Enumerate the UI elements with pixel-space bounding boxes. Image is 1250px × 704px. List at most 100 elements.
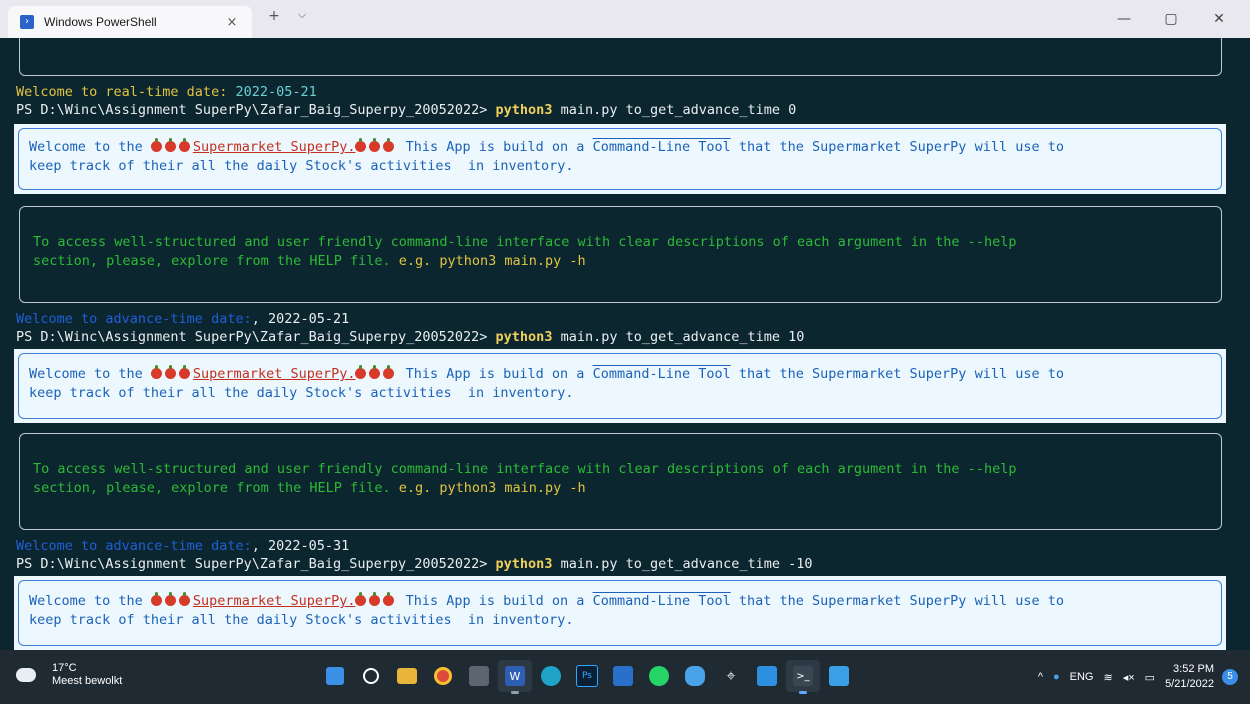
brand-name: Supermarket SuperPy. [192, 366, 356, 382]
file-explorer-button[interactable] [390, 660, 424, 692]
start-button[interactable] [318, 660, 352, 692]
word-icon: W [505, 666, 525, 686]
prompt-line-3: PS D:\Winc\Assignment SuperPy\Zafar_Baig… [16, 556, 813, 572]
terminal-output[interactable]: Welcome to real-time date: 2022-05-21 PS… [0, 38, 1250, 650]
weather-status: Meest bewolkt [52, 675, 123, 687]
taskbar-apps: W Ps ⌖ >_ [318, 660, 858, 694]
teams-button[interactable] [678, 660, 712, 692]
apple-icon [355, 364, 367, 379]
terminal-icon: >_ [793, 666, 813, 686]
mail-button[interactable] [606, 660, 640, 692]
apple-icon [383, 364, 395, 379]
close-window-button[interactable]: ✕ [1196, 6, 1242, 32]
welcome-box-1: Welcome to the Supermarket SuperPy. This… [14, 124, 1226, 194]
help-text: section, please, explore from the HELP f… [33, 253, 399, 269]
apple-icon [383, 591, 395, 606]
advance-date: , 2022-05-21 [251, 311, 350, 327]
apple-icon [164, 591, 176, 606]
brand-name: Supermarket SuperPy. [192, 139, 356, 155]
cloud-icon [10, 664, 36, 682]
apple-icon [150, 137, 162, 152]
volume-icon[interactable]: ◂× [1123, 671, 1135, 684]
satellite-icon: ⌖ [726, 666, 736, 685]
close-tab-icon[interactable]: × [222, 15, 242, 30]
maximize-button[interactable]: ▢ [1148, 6, 1194, 32]
welcome-text-line2: keep track of their all the daily Stock'… [29, 158, 574, 174]
advance-label: Welcome to advance-time date: [16, 311, 252, 327]
welcome-text: Welcome to the [29, 366, 151, 382]
terminal-button[interactable]: >_ [786, 660, 820, 694]
taskbar: 17°C Meest bewolkt W Ps ⌖ >_ ^ ● ENG ≋ ◂×… [0, 650, 1250, 704]
notification-badge[interactable]: 5 [1222, 669, 1238, 685]
command-args: main.py to_get_advance_time 0 [552, 102, 797, 118]
prompt: PS D:\Winc\Assignment SuperPy\Zafar_Baig… [16, 329, 496, 345]
tool-name: Command-Line Tool [592, 139, 731, 155]
apple-icon [369, 591, 381, 606]
powershell-icon: › [20, 15, 34, 29]
welcome-text-line2: keep track of their all the daily Stock'… [29, 612, 574, 628]
edge-button[interactable] [534, 660, 568, 692]
search-button[interactable] [354, 660, 388, 692]
help-text: To access well-structured and user frien… [33, 461, 1017, 477]
satellite-button[interactable]: ⌖ [714, 660, 748, 692]
welcome-text: that the Supermarket SuperPy will use to [730, 593, 1064, 609]
word-button[interactable]: W [498, 660, 532, 694]
title-bar: › Windows PowerShell × + ⌵ — ▢ ✕ [0, 0, 1250, 38]
calculator-button[interactable] [462, 660, 496, 692]
advance-date-line-1: Welcome to advance-time date:, 2022-05-2… [16, 311, 349, 327]
notepad-button[interactable] [822, 660, 856, 692]
command-args: main.py to_get_advance_time -10 [552, 556, 813, 572]
apple-icon [178, 137, 190, 152]
welcome-text: This App is build on a [397, 366, 593, 382]
command-args: main.py to_get_advance_time 10 [552, 329, 805, 345]
prompt-line-2: PS D:\Winc\Assignment SuperPy\Zafar_Baig… [16, 329, 804, 345]
folder-icon [397, 668, 417, 684]
whatsapp-button[interactable] [642, 660, 676, 692]
tool-name: Command-Line Tool [592, 366, 731, 382]
chrome-button[interactable] [426, 660, 460, 692]
temperature: 17°C [52, 662, 77, 674]
new-tab-button[interactable]: + [262, 8, 286, 24]
tool-name: Command-Line Tool [592, 593, 731, 609]
help-box-top [19, 38, 1222, 76]
system-tray: ^ ● ENG ≋ ◂× ▭ 3:52 PM 5/21/2022 5 [1038, 650, 1250, 704]
weather-widget[interactable]: 17°C Meest bewolkt [10, 662, 123, 688]
realtime-date-line: Welcome to real-time date: 2022-05-21 [16, 84, 317, 100]
date: 5/21/2022 [1165, 678, 1214, 690]
welcome-text-line2: keep track of their all the daily Stock'… [29, 385, 574, 401]
advance-label: Welcome to advance-time date: [16, 538, 252, 554]
network-icon[interactable]: ● [1053, 671, 1060, 683]
realtime-date: 2022-05-21 [227, 84, 317, 100]
command: python3 [495, 556, 553, 572]
apple-icon [178, 591, 190, 606]
apple-icon [150, 591, 162, 606]
apple-icon [355, 137, 367, 152]
vscode-icon [757, 666, 777, 686]
help-box-2: To access well-structured and user frien… [19, 433, 1222, 530]
photoshop-icon: Ps [576, 665, 598, 687]
realtime-label: Welcome to real-time date: [16, 84, 228, 100]
battery-icon[interactable]: ▭ [1145, 671, 1155, 684]
time: 3:52 PM [1173, 663, 1214, 675]
tab-windows-powershell[interactable]: › Windows PowerShell × [8, 6, 252, 38]
tab-dropdown-button[interactable]: ⌵ [290, 8, 314, 22]
welcome-text: that the Supermarket SuperPy will use to [730, 366, 1064, 382]
vscode-button[interactable] [750, 660, 784, 692]
minimize-button[interactable]: — [1101, 6, 1147, 32]
welcome-text: This App is build on a [397, 593, 593, 609]
prompt-line-1: PS D:\Winc\Assignment SuperPy\Zafar_Baig… [16, 102, 796, 118]
language-indicator[interactable]: ENG [1070, 671, 1094, 683]
advance-date-line-2: Welcome to advance-time date:, 2022-05-3… [16, 538, 349, 554]
chrome-icon [434, 667, 452, 685]
search-icon [363, 668, 379, 684]
welcome-text: Welcome to the [29, 593, 151, 609]
welcome-box-3: Welcome to the Supermarket SuperPy. This… [14, 576, 1226, 650]
calculator-icon [469, 666, 489, 686]
chevron-up-icon[interactable]: ^ [1038, 671, 1043, 683]
wifi-icon[interactable]: ≋ [1103, 671, 1112, 684]
brand-name: Supermarket SuperPy. [192, 593, 356, 609]
clock[interactable]: 3:52 PM 5/21/2022 [1165, 662, 1214, 692]
prompt: PS D:\Winc\Assignment SuperPy\Zafar_Baig… [16, 102, 496, 118]
welcome-text: that the Supermarket SuperPy will use to [730, 139, 1064, 155]
photoshop-button[interactable]: Ps [570, 660, 604, 692]
